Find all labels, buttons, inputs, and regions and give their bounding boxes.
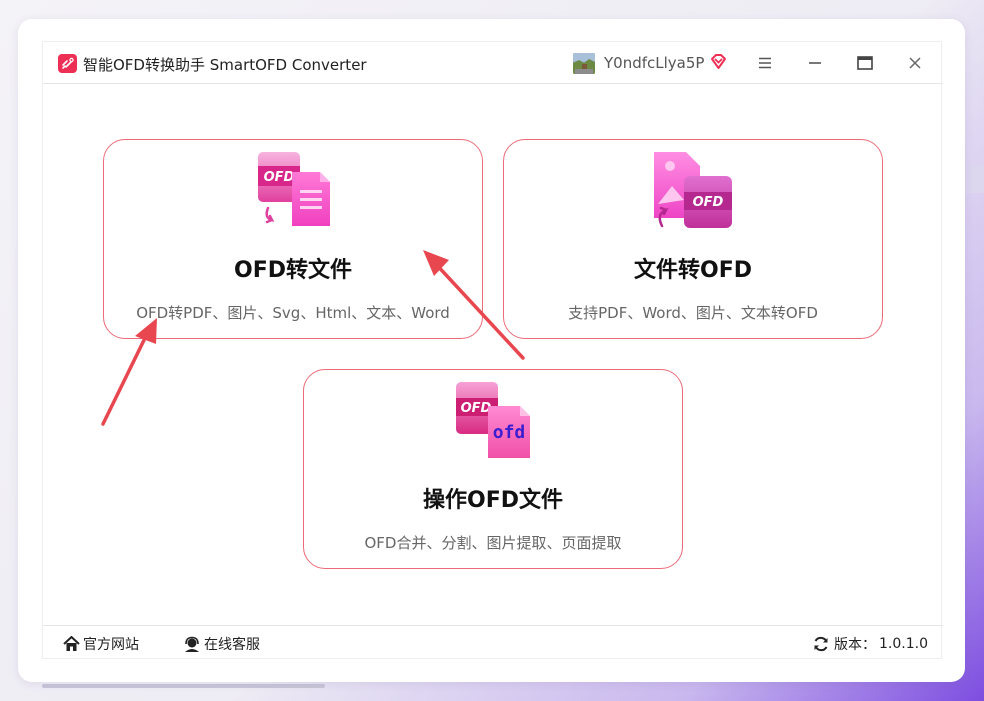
card-title: OFD转文件 (234, 258, 352, 283)
refresh-icon[interactable] (813, 636, 829, 652)
ofd-badge-text-secondary: ofd (493, 422, 526, 443)
card-description: OFD转PDF、图片、Svg、Html、文本、Word (136, 304, 450, 322)
app-title: 智能OFD转换助手 SmartOFD Converter (83, 56, 367, 74)
card-description: 支持PDF、Word、图片、文本转OFD (568, 304, 818, 322)
ofd-badge-text: OFD (693, 195, 724, 210)
background-strip (42, 684, 325, 688)
online-service-link[interactable]: 在线客服 (183, 634, 260, 654)
app-logo-icon (58, 54, 77, 73)
app-window: 智能OFD转换助手 SmartOFD Converter Y0ndfcLlya5… (18, 19, 965, 682)
online-service-label: 在线客服 (204, 637, 260, 653)
ofd-badge-text: OFD (264, 170, 295, 185)
ofd-operate-icon: OFD ofd (454, 378, 534, 462)
card-description: OFD合并、分割、图片提取、页面提取 (364, 534, 622, 552)
menu-button[interactable] (754, 52, 776, 74)
card-title: 文件转OFD (634, 258, 752, 283)
official-site-link[interactable]: 官方网站 (63, 634, 139, 654)
ofd-badge-text: OFD (461, 401, 492, 416)
window-content: 智能OFD转换助手 SmartOFD Converter Y0ndfcLlya5… (42, 41, 943, 660)
version-number: 1.0.1.0 (879, 636, 928, 652)
ofd-to-file-icon: OFD (254, 148, 334, 232)
ofd-operate-card[interactable]: OFD ofd 操作OFD文件 OFD合并、分割、图片提取、页面提取 (303, 369, 683, 569)
file-to-ofd-icon: OFD (654, 148, 734, 232)
home-icon (63, 636, 80, 651)
version-label: 版本： (834, 637, 876, 653)
username[interactable]: Y0ndfcLlya5P (604, 54, 704, 72)
title-bar: 智能OFD转换助手 SmartOFD Converter Y0ndfcLlya5… (43, 42, 943, 84)
footer-bar: 官方网站 在线客服 版本： 1.0.1.0 (43, 625, 943, 660)
minimize-button[interactable] (804, 52, 826, 74)
avatar[interactable] (573, 53, 595, 74)
ofd-to-file-card[interactable]: OFD OFD转文件 OFD转PDF、图片、Svg、Html、文本、Word (103, 139, 483, 339)
customer-service-icon (185, 636, 199, 652)
close-button[interactable] (904, 52, 926, 74)
version-info: 版本： 1.0.1.0 (813, 634, 928, 654)
vip-diamond-icon[interactable] (709, 52, 728, 71)
maximize-button[interactable] (854, 52, 876, 74)
card-title: 操作OFD文件 (423, 488, 563, 513)
file-to-ofd-card[interactable]: OFD 文件转OFD 支持PDF、Word、图片、文本转OFD (503, 139, 883, 339)
official-site-label: 官方网站 (83, 637, 139, 653)
